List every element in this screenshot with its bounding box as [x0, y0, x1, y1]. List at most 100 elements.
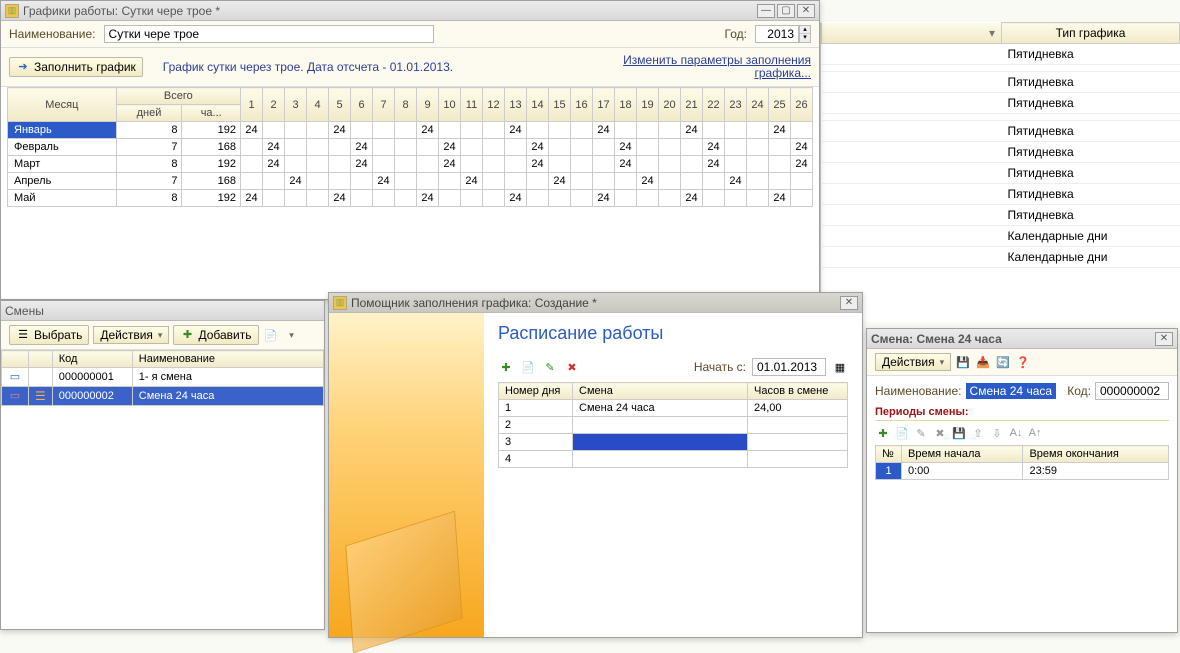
app-icon: ▥: [333, 296, 347, 310]
add-button[interactable]: ✚Добавить: [173, 325, 258, 345]
type-row[interactable]: Пятидневка: [822, 93, 1180, 114]
move-up-button[interactable]: ⇧: [970, 425, 986, 441]
add-period-button[interactable]: ✚: [875, 425, 891, 441]
calendar-icon[interactable]: ▦: [832, 359, 848, 375]
more-button[interactable]: [283, 327, 299, 343]
type-column-header[interactable]: Тип графика: [1002, 23, 1180, 44]
delete-row-button[interactable]: ✖: [564, 359, 580, 375]
month-row[interactable]: Май819224242424242424: [8, 190, 813, 207]
days-header: дней: [116, 105, 182, 122]
save-button[interactable]: 💾: [955, 354, 971, 370]
wizard-day-row[interactable]: 3: [499, 434, 848, 451]
wizard-day-row[interactable]: 4: [499, 451, 848, 468]
shifts-titlebar[interactable]: Смены: [1, 301, 324, 321]
minimize-button[interactable]: —: [757, 4, 775, 18]
day-header: 24: [747, 88, 769, 122]
day-header: 8: [395, 88, 417, 122]
close-button[interactable]: ✕: [797, 4, 815, 18]
schedule-title: Графики работы: Сутки чере трое *: [23, 4, 220, 18]
day-header: 3: [285, 88, 307, 122]
type-row[interactable]: Пятидневка: [822, 205, 1180, 226]
shift-name-input[interactable]: Смена 24 часа: [966, 383, 1057, 399]
day-header: 7: [373, 88, 395, 122]
add-row-button[interactable]: ✚: [498, 359, 514, 375]
periods-table[interactable]: № Время начала Время окончания 10:0023:5…: [875, 445, 1169, 480]
year-spinner[interactable]: ▴▾: [799, 25, 811, 43]
day-header: 1: [241, 88, 263, 122]
copy-button[interactable]: 📄: [263, 327, 279, 343]
actions-dropdown[interactable]: Действия: [93, 326, 169, 344]
wizard-title: Помощник заполнения графика: Создание *: [351, 296, 597, 310]
day-header: 15: [549, 88, 571, 122]
select-button[interactable]: ☰Выбрать: [9, 325, 89, 345]
refresh-button[interactable]: 🔄: [995, 354, 1011, 370]
type-row[interactable]: Пятидневка: [822, 142, 1180, 163]
maximize-button[interactable]: ▢: [777, 4, 795, 18]
day-header: 25: [769, 88, 791, 122]
save-close-button[interactable]: 📥: [975, 354, 991, 370]
delete-period-button[interactable]: ✖: [932, 425, 948, 441]
start-header: Время начала: [902, 446, 1023, 463]
month-row[interactable]: Апрель7168242424242424: [8, 173, 813, 190]
shift-row[interactable]: ▭☰000000002Смена 24 часа: [2, 387, 324, 406]
wizard-window: ▥ Помощник заполнения графика: Создание …: [328, 292, 863, 638]
type-row[interactable]: Пятидневка: [822, 184, 1180, 205]
start-date-input[interactable]: [752, 358, 826, 376]
edit-period-button[interactable]: ✎: [913, 425, 929, 441]
periods-section-label: Периоды смены:: [875, 406, 1169, 421]
day-header: 20: [659, 88, 681, 122]
type-row[interactable]: [822, 65, 1180, 72]
edit-row-button[interactable]: ✎: [542, 359, 558, 375]
wizard-day-row[interactable]: 1Смена 24 часа24,00: [499, 400, 848, 417]
shift-detail-titlebar[interactable]: Смена: Смена 24 часа ✕: [867, 329, 1177, 349]
save-period-button[interactable]: 💾: [951, 425, 967, 441]
month-header: Месяц: [8, 88, 117, 122]
type-row[interactable]: [822, 114, 1180, 121]
type-row[interactable]: Пятидневка: [822, 163, 1180, 184]
shifts-window: Смены ☰Выбрать Действия ✚Добавить 📄 Код …: [0, 300, 325, 630]
type-row[interactable]: Календарные дни: [822, 247, 1180, 268]
year-label: Год:: [725, 27, 747, 41]
fill-schedule-button[interactable]: ➔ Заполнить график: [9, 57, 143, 77]
close-button[interactable]: ✕: [1155, 332, 1173, 346]
wizard-days-table[interactable]: Номер дня Смена Часов в смене 1Смена 24 …: [498, 382, 848, 468]
shift-row[interactable]: ▭0000000011- я смена: [2, 368, 324, 387]
actions-dropdown[interactable]: Действия: [875, 353, 951, 371]
plus-icon: ✚: [180, 328, 194, 342]
day-header: 5: [329, 88, 351, 122]
shift-detail-window: Смена: Смена 24 часа ✕ Действия 💾 📥 🔄 ❓ …: [866, 328, 1178, 633]
shifts-table[interactable]: Код Наименование ▭0000000011- я смена▭☰0…: [1, 350, 324, 406]
sort-icon: ▾: [989, 26, 995, 40]
type-row[interactable]: Пятидневка: [822, 121, 1180, 142]
month-row[interactable]: Январь819224242424242424: [8, 122, 813, 139]
sort-desc-button[interactable]: A↑: [1027, 425, 1043, 441]
month-row[interactable]: Март819224242424242424: [8, 156, 813, 173]
type-row[interactable]: Календарные дни: [822, 226, 1180, 247]
change-params-link[interactable]: Изменить параметры заполнения графика...: [621, 54, 811, 80]
type-row[interactable]: Пятидневка: [822, 44, 1180, 65]
schedule-name-input[interactable]: [104, 25, 434, 43]
name-label: Наименование:: [875, 384, 962, 398]
wizard-heading: Расписание работы: [498, 323, 848, 344]
app-icon: ▥: [5, 4, 19, 18]
year-input[interactable]: [755, 25, 799, 43]
copy-period-button[interactable]: 📄: [894, 425, 910, 441]
day-header: 17: [593, 88, 615, 122]
close-button[interactable]: ✕: [840, 296, 858, 310]
sort-asc-button[interactable]: A↓: [1008, 425, 1024, 441]
wizard-day-row[interactable]: 2: [499, 417, 848, 434]
code-input[interactable]: [1095, 382, 1169, 400]
period-row[interactable]: 10:0023:59: [876, 463, 1169, 480]
type-row[interactable]: Пятидневка: [822, 72, 1180, 93]
day-num-header: Номер дня: [499, 383, 573, 400]
month-row[interactable]: Февраль716824242424242424: [8, 139, 813, 156]
shift-header: Смена: [573, 383, 748, 400]
day-header: 21: [681, 88, 703, 122]
help-button[interactable]: ❓: [1015, 354, 1031, 370]
day-header: 4: [307, 88, 329, 122]
wizard-titlebar[interactable]: ▥ Помощник заполнения графика: Создание …: [329, 293, 862, 313]
copy-row-button[interactable]: 📄: [520, 359, 536, 375]
schedule-calendar-grid[interactable]: Месяц Всего 1234567891011121314151617181…: [7, 87, 813, 207]
schedule-titlebar[interactable]: ▥ Графики работы: Сутки чере трое * — ▢ …: [1, 1, 819, 21]
move-down-button[interactable]: ⇩: [989, 425, 1005, 441]
